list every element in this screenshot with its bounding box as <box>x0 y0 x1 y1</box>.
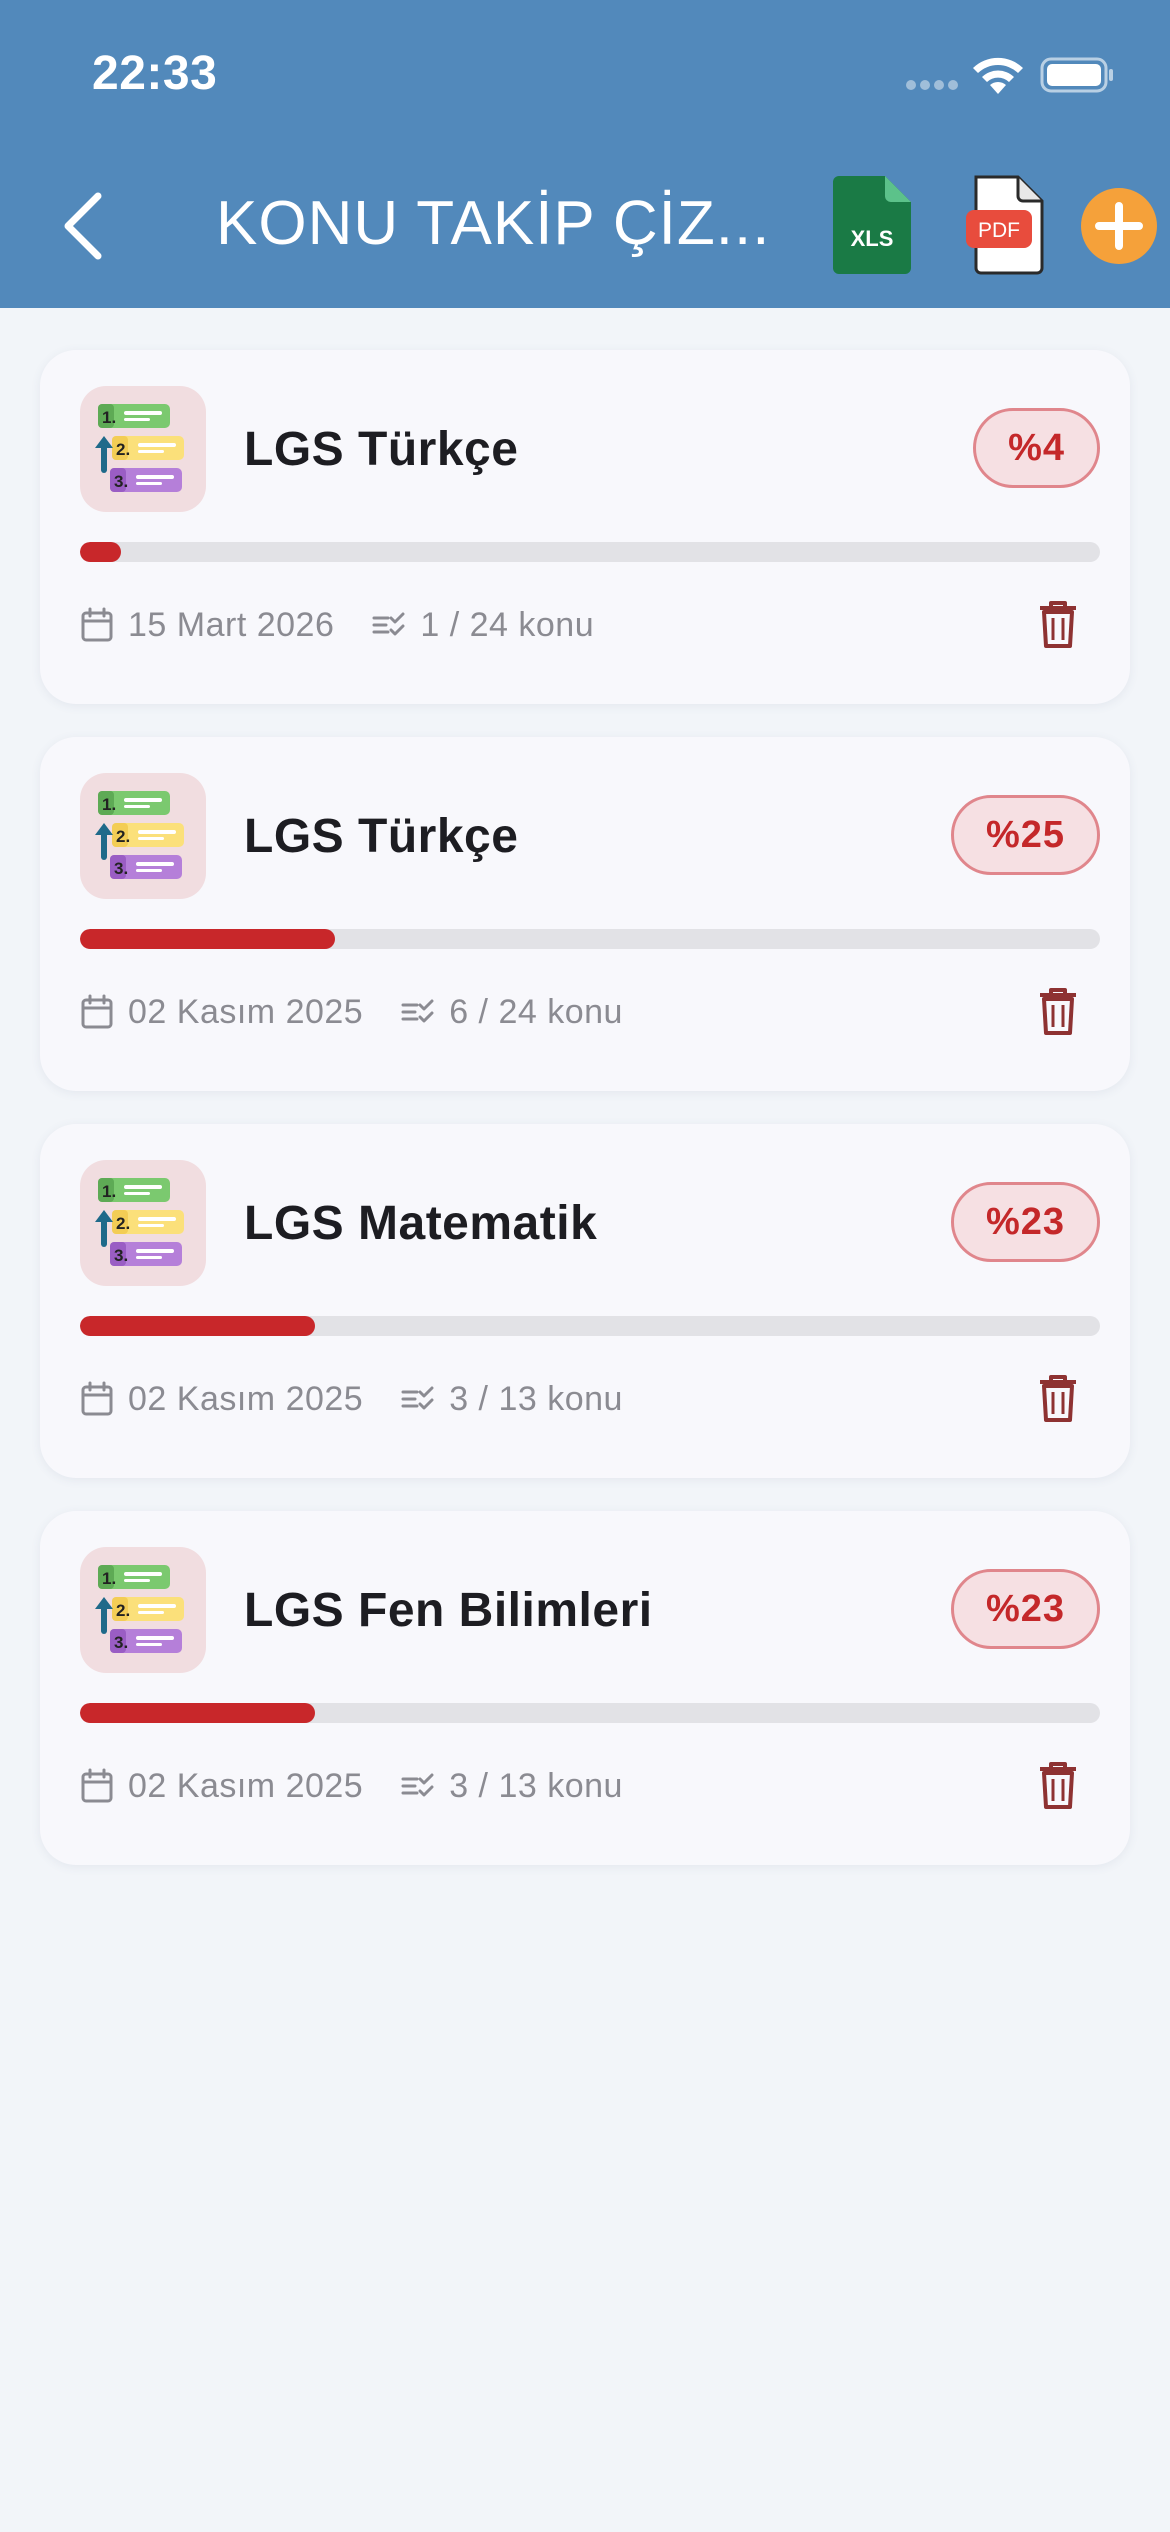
rank-number: 3. <box>114 1633 128 1652</box>
tracker-card[interactable]: 1. 2. 3. LGS Matematik %23 02 Kasım 2025… <box>40 1124 1130 1478</box>
trash-icon[interactable] <box>1038 987 1078 1037</box>
rank-number: 3. <box>114 859 128 878</box>
tracker-card[interactable]: 1. 2. 3. LGS Türkçe %25 02 Kasım 2025 6 … <box>40 737 1130 1091</box>
rank-number: 1. <box>102 408 116 427</box>
rank-number: 1. <box>102 795 116 814</box>
pdf-label: PDF <box>978 219 1020 242</box>
progress-fill <box>80 1316 315 1336</box>
checklist-icon <box>372 612 405 636</box>
signal-icon <box>906 80 958 92</box>
progress-bar <box>80 542 1100 562</box>
tracker-title: LGS Fen Bilimleri <box>244 1584 653 1637</box>
checklist-icon <box>401 1386 434 1410</box>
tracker-card[interactable]: 1. 2. 3. LGS Fen Bilimleri %23 02 Kasım … <box>40 1511 1130 1865</box>
rank-number: 2. <box>116 1214 130 1233</box>
calendar-icon <box>81 1381 113 1416</box>
checklist-icon <box>401 1773 434 1797</box>
calendar-icon <box>81 994 113 1029</box>
topic-count: 3 / 13 konu <box>449 1379 623 1418</box>
created-date: 02 Kasım 2025 <box>128 992 364 1031</box>
topic-count: 1 / 24 konu <box>420 605 595 644</box>
checklist-icon <box>401 999 434 1023</box>
tracker-title: LGS Matematik <box>244 1197 598 1250</box>
pdf-export-icon[interactable]: PDF <box>964 174 1048 276</box>
card-meta: 15 Mart 2026 1 / 24 konu <box>80 600 594 650</box>
back-chevron-icon[interactable] <box>52 186 122 266</box>
topic-count: 6 / 24 konu <box>449 992 623 1031</box>
ranking-list-icon: 1. 2. 3. <box>80 1547 206 1673</box>
percent-badge: %23 <box>950 1569 1100 1649</box>
tracker-title: LGS Türkçe <box>244 423 519 476</box>
progress-bar <box>80 1316 1100 1336</box>
app-header: 22:33 KONU TAKİP ÇİZ... XLS PDF <box>0 0 1170 308</box>
rank-number: 2. <box>116 1601 130 1620</box>
progress-bar <box>80 1703 1100 1723</box>
percent-badge: %4 <box>973 408 1100 488</box>
card-meta: 02 Kasım 2025 3 / 13 konu <box>80 1374 623 1424</box>
wifi-icon <box>973 57 1023 94</box>
battery-icon <box>1040 57 1113 93</box>
ranking-list-icon: 1. 2. 3. <box>80 386 206 512</box>
card-meta: 02 Kasım 2025 3 / 13 konu <box>80 1761 623 1811</box>
trash-icon[interactable] <box>1038 1374 1078 1424</box>
calendar-icon <box>81 607 113 642</box>
page-title: KONU TAKİP ÇİZ... <box>216 189 771 258</box>
trash-icon[interactable] <box>1038 1761 1078 1811</box>
trash-icon[interactable] <box>1038 600 1078 650</box>
progress-fill <box>80 929 335 949</box>
progress-bar <box>80 929 1100 949</box>
created-date: 02 Kasım 2025 <box>128 1766 364 1805</box>
xls-label: XLS <box>851 226 894 251</box>
ranking-list-icon: 1. 2. 3. <box>80 773 206 899</box>
tracker-title: LGS Türkçe <box>244 810 519 863</box>
rank-number: 2. <box>116 827 130 846</box>
rank-number: 1. <box>102 1182 116 1201</box>
rank-number: 3. <box>114 1246 128 1265</box>
topic-count: 3 / 13 konu <box>449 1766 623 1805</box>
tracker-card[interactable]: 1. 2. 3. LGS Türkçe %4 15 Mart 2026 1 / … <box>40 350 1130 704</box>
created-date: 02 Kasım 2025 <box>128 1379 364 1418</box>
rank-number: 2. <box>116 440 130 459</box>
card-meta: 02 Kasım 2025 6 / 24 konu <box>80 987 623 1037</box>
created-date: 15 Mart 2026 <box>128 605 335 644</box>
plus-icon <box>1095 202 1143 250</box>
add-button[interactable] <box>1081 188 1157 264</box>
ranking-list-icon: 1. 2. 3. <box>80 1160 206 1286</box>
progress-fill <box>80 542 121 562</box>
progress-fill <box>80 1703 315 1723</box>
rank-number: 1. <box>102 1569 116 1588</box>
calendar-icon <box>81 1768 113 1803</box>
status-time: 22:33 <box>92 47 218 100</box>
xls-export-icon[interactable]: XLS <box>833 176 911 274</box>
rank-number: 3. <box>114 472 128 491</box>
percent-badge: %23 <box>950 1182 1100 1262</box>
percent-badge: %25 <box>950 795 1100 875</box>
